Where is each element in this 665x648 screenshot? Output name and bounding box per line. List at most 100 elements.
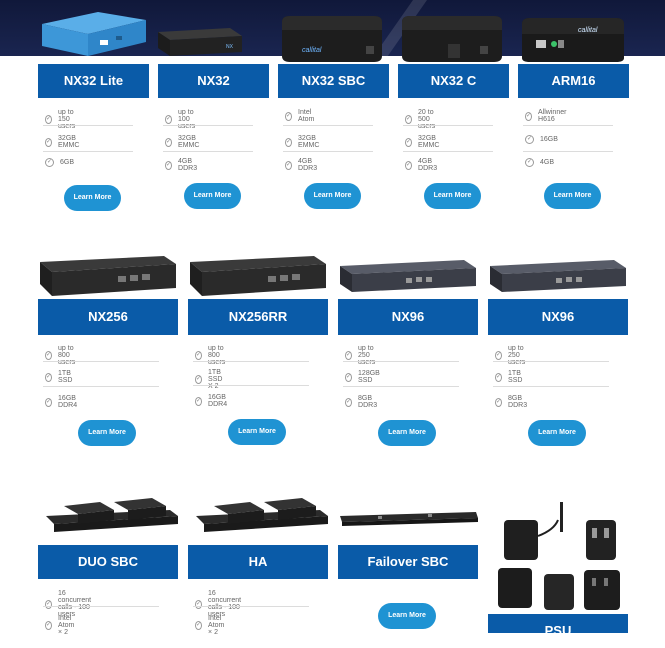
feature-text: 1TB SSD bbox=[58, 370, 73, 384]
feature-text: up to 250 users bbox=[508, 345, 526, 366]
feature-item: ✓ 20 to 500 users bbox=[405, 109, 437, 130]
feature-item: ✓ 4GB DDR3 bbox=[405, 158, 439, 172]
learn-more-button[interactable]: Learn More bbox=[424, 183, 481, 209]
feature-text: 8GB DDR3 bbox=[358, 395, 378, 409]
check-circle-icon: ✓ bbox=[165, 160, 173, 170]
divider bbox=[193, 361, 309, 362]
ha-device-image bbox=[196, 498, 328, 532]
check-circle-icon: ✓ bbox=[405, 160, 413, 170]
nx32-sbc-device-image: callital bbox=[282, 16, 382, 62]
feature-item: ✓ 6GB bbox=[45, 158, 74, 167]
check-circle-icon: ✓ bbox=[345, 351, 353, 360]
product-title: ARM16 bbox=[518, 64, 629, 98]
feature-item: ✓ Allwinner H616 bbox=[525, 109, 568, 123]
feature-text: 6GB bbox=[60, 159, 75, 166]
feature-item: ✓ 16 concurrent calls - 100 users bbox=[45, 590, 93, 618]
product-title: NX256RR bbox=[188, 299, 328, 335]
feature-text: 16GB DDR4 bbox=[208, 394, 228, 408]
learn-more-button[interactable]: Learn More bbox=[378, 420, 436, 446]
feature-text: up to 800 users bbox=[208, 345, 226, 366]
learn-more-button[interactable]: Learn More bbox=[228, 419, 286, 445]
feature-text: 128GB SSD bbox=[358, 370, 380, 384]
svg-text:callital: callital bbox=[302, 47, 322, 54]
nx256rr-device-image bbox=[190, 256, 326, 296]
feature-item: ✓ up to 100 users bbox=[165, 109, 197, 130]
check-circle-icon: ✓ bbox=[45, 115, 53, 124]
check-circle-icon: ✓ bbox=[495, 372, 503, 382]
divider bbox=[343, 361, 459, 362]
learn-more-button[interactable]: Learn More bbox=[378, 603, 436, 629]
feature-text: 16 concurrent calls - 100 users bbox=[58, 590, 92, 618]
divider bbox=[523, 151, 613, 152]
divider bbox=[283, 125, 373, 126]
learn-more-button[interactable]: Learn More bbox=[78, 420, 136, 446]
learn-more-button[interactable]: Learn More bbox=[64, 185, 121, 211]
product-title: NX32 bbox=[158, 64, 269, 98]
check-circle-icon: ✓ bbox=[45, 372, 53, 382]
nx32-c-device-image bbox=[402, 16, 502, 62]
feature-item: ✓ Intel Atom bbox=[285, 109, 316, 123]
feature-item: ✓ up to 250 users bbox=[495, 345, 527, 366]
feature-text: 32GB EMMC bbox=[418, 135, 440, 149]
feature-text: 1TB SSD X 2 bbox=[208, 369, 223, 390]
nx32-device-image: NX bbox=[158, 28, 242, 56]
feature-text: up to 800 users bbox=[58, 345, 76, 366]
check-circle-icon: ✓ bbox=[45, 621, 53, 630]
check-circle-icon: ✓ bbox=[45, 158, 54, 167]
divider bbox=[283, 151, 373, 152]
feature-item: ✓ 8GB DDR3 bbox=[495, 395, 529, 409]
divider bbox=[43, 361, 159, 362]
feature-item: ✓ 16GB DDR4 bbox=[195, 394, 229, 408]
psu-device-image bbox=[498, 502, 620, 610]
learn-more-button[interactable]: Learn More bbox=[528, 420, 586, 446]
check-circle-icon: ✓ bbox=[165, 137, 173, 147]
feature-text: up to 250 users bbox=[358, 345, 376, 366]
svg-text:NX: NX bbox=[226, 44, 234, 50]
check-circle-icon: ✓ bbox=[345, 372, 353, 382]
feature-item: ✓ 128GB SSD bbox=[345, 370, 382, 384]
feature-text: 20 to 500 users bbox=[418, 109, 436, 130]
learn-more-button[interactable]: Learn More bbox=[184, 183, 241, 209]
learn-more-button[interactable]: Learn More bbox=[544, 183, 601, 209]
check-circle-icon: ✓ bbox=[195, 351, 203, 360]
svg-text:callital: callital bbox=[578, 27, 598, 34]
feature-item: ✓ 32GB EMMC bbox=[405, 135, 441, 149]
check-circle-icon: ✓ bbox=[45, 599, 53, 609]
feature-item: ✓ 32GB EMMC bbox=[45, 135, 81, 149]
feature-item: ✓ 4GB DDR3 bbox=[165, 158, 199, 172]
feature-text: 32GB EMMC bbox=[178, 135, 200, 149]
check-circle-icon: ✓ bbox=[45, 397, 53, 407]
nx32-lite-device-image bbox=[42, 12, 146, 56]
divider bbox=[193, 606, 309, 607]
divider bbox=[343, 386, 459, 387]
divider bbox=[43, 386, 159, 387]
learn-more-button[interactable]: Learn More bbox=[304, 183, 361, 209]
check-circle-icon: ✓ bbox=[495, 397, 503, 407]
feature-item: ✓ 1TB SSD X 2 bbox=[195, 369, 224, 390]
product-title: Failover SBC bbox=[338, 545, 478, 579]
feature-text: up to 100 users bbox=[178, 109, 196, 130]
check-circle-icon: ✓ bbox=[195, 599, 203, 609]
feature-item: ✓ 16GB bbox=[525, 135, 558, 144]
check-circle-icon: ✓ bbox=[165, 115, 173, 124]
check-circle-icon: ✓ bbox=[405, 137, 413, 147]
feature-item: ✓ 4GB bbox=[525, 158, 554, 167]
divider bbox=[193, 385, 309, 386]
feature-item: ✓ 32GB EMMC bbox=[285, 135, 321, 149]
product-title: NX96 bbox=[338, 299, 478, 335]
feature-text: Intel Atom bbox=[298, 109, 315, 123]
feature-item: ✓ up to 150 users bbox=[45, 109, 77, 130]
check-circle-icon: ✓ bbox=[45, 137, 53, 147]
check-circle-icon: ✓ bbox=[525, 111, 533, 121]
feature-item: ✓ up to 800 users bbox=[45, 345, 77, 366]
check-circle-icon: ✓ bbox=[495, 351, 503, 360]
feature-item: ✓ up to 250 users bbox=[345, 345, 377, 366]
feature-text: Allwinner H616 bbox=[538, 109, 567, 123]
feature-text: 1TB SSD bbox=[508, 370, 523, 384]
check-circle-icon: ✓ bbox=[525, 135, 534, 144]
divider bbox=[43, 125, 133, 126]
feature-item: ✓ 32GB EMMC bbox=[165, 135, 201, 149]
divider bbox=[403, 125, 493, 126]
check-circle-icon: ✓ bbox=[195, 396, 203, 406]
feature-item: ✓ 4GB DDR3 bbox=[285, 158, 319, 172]
